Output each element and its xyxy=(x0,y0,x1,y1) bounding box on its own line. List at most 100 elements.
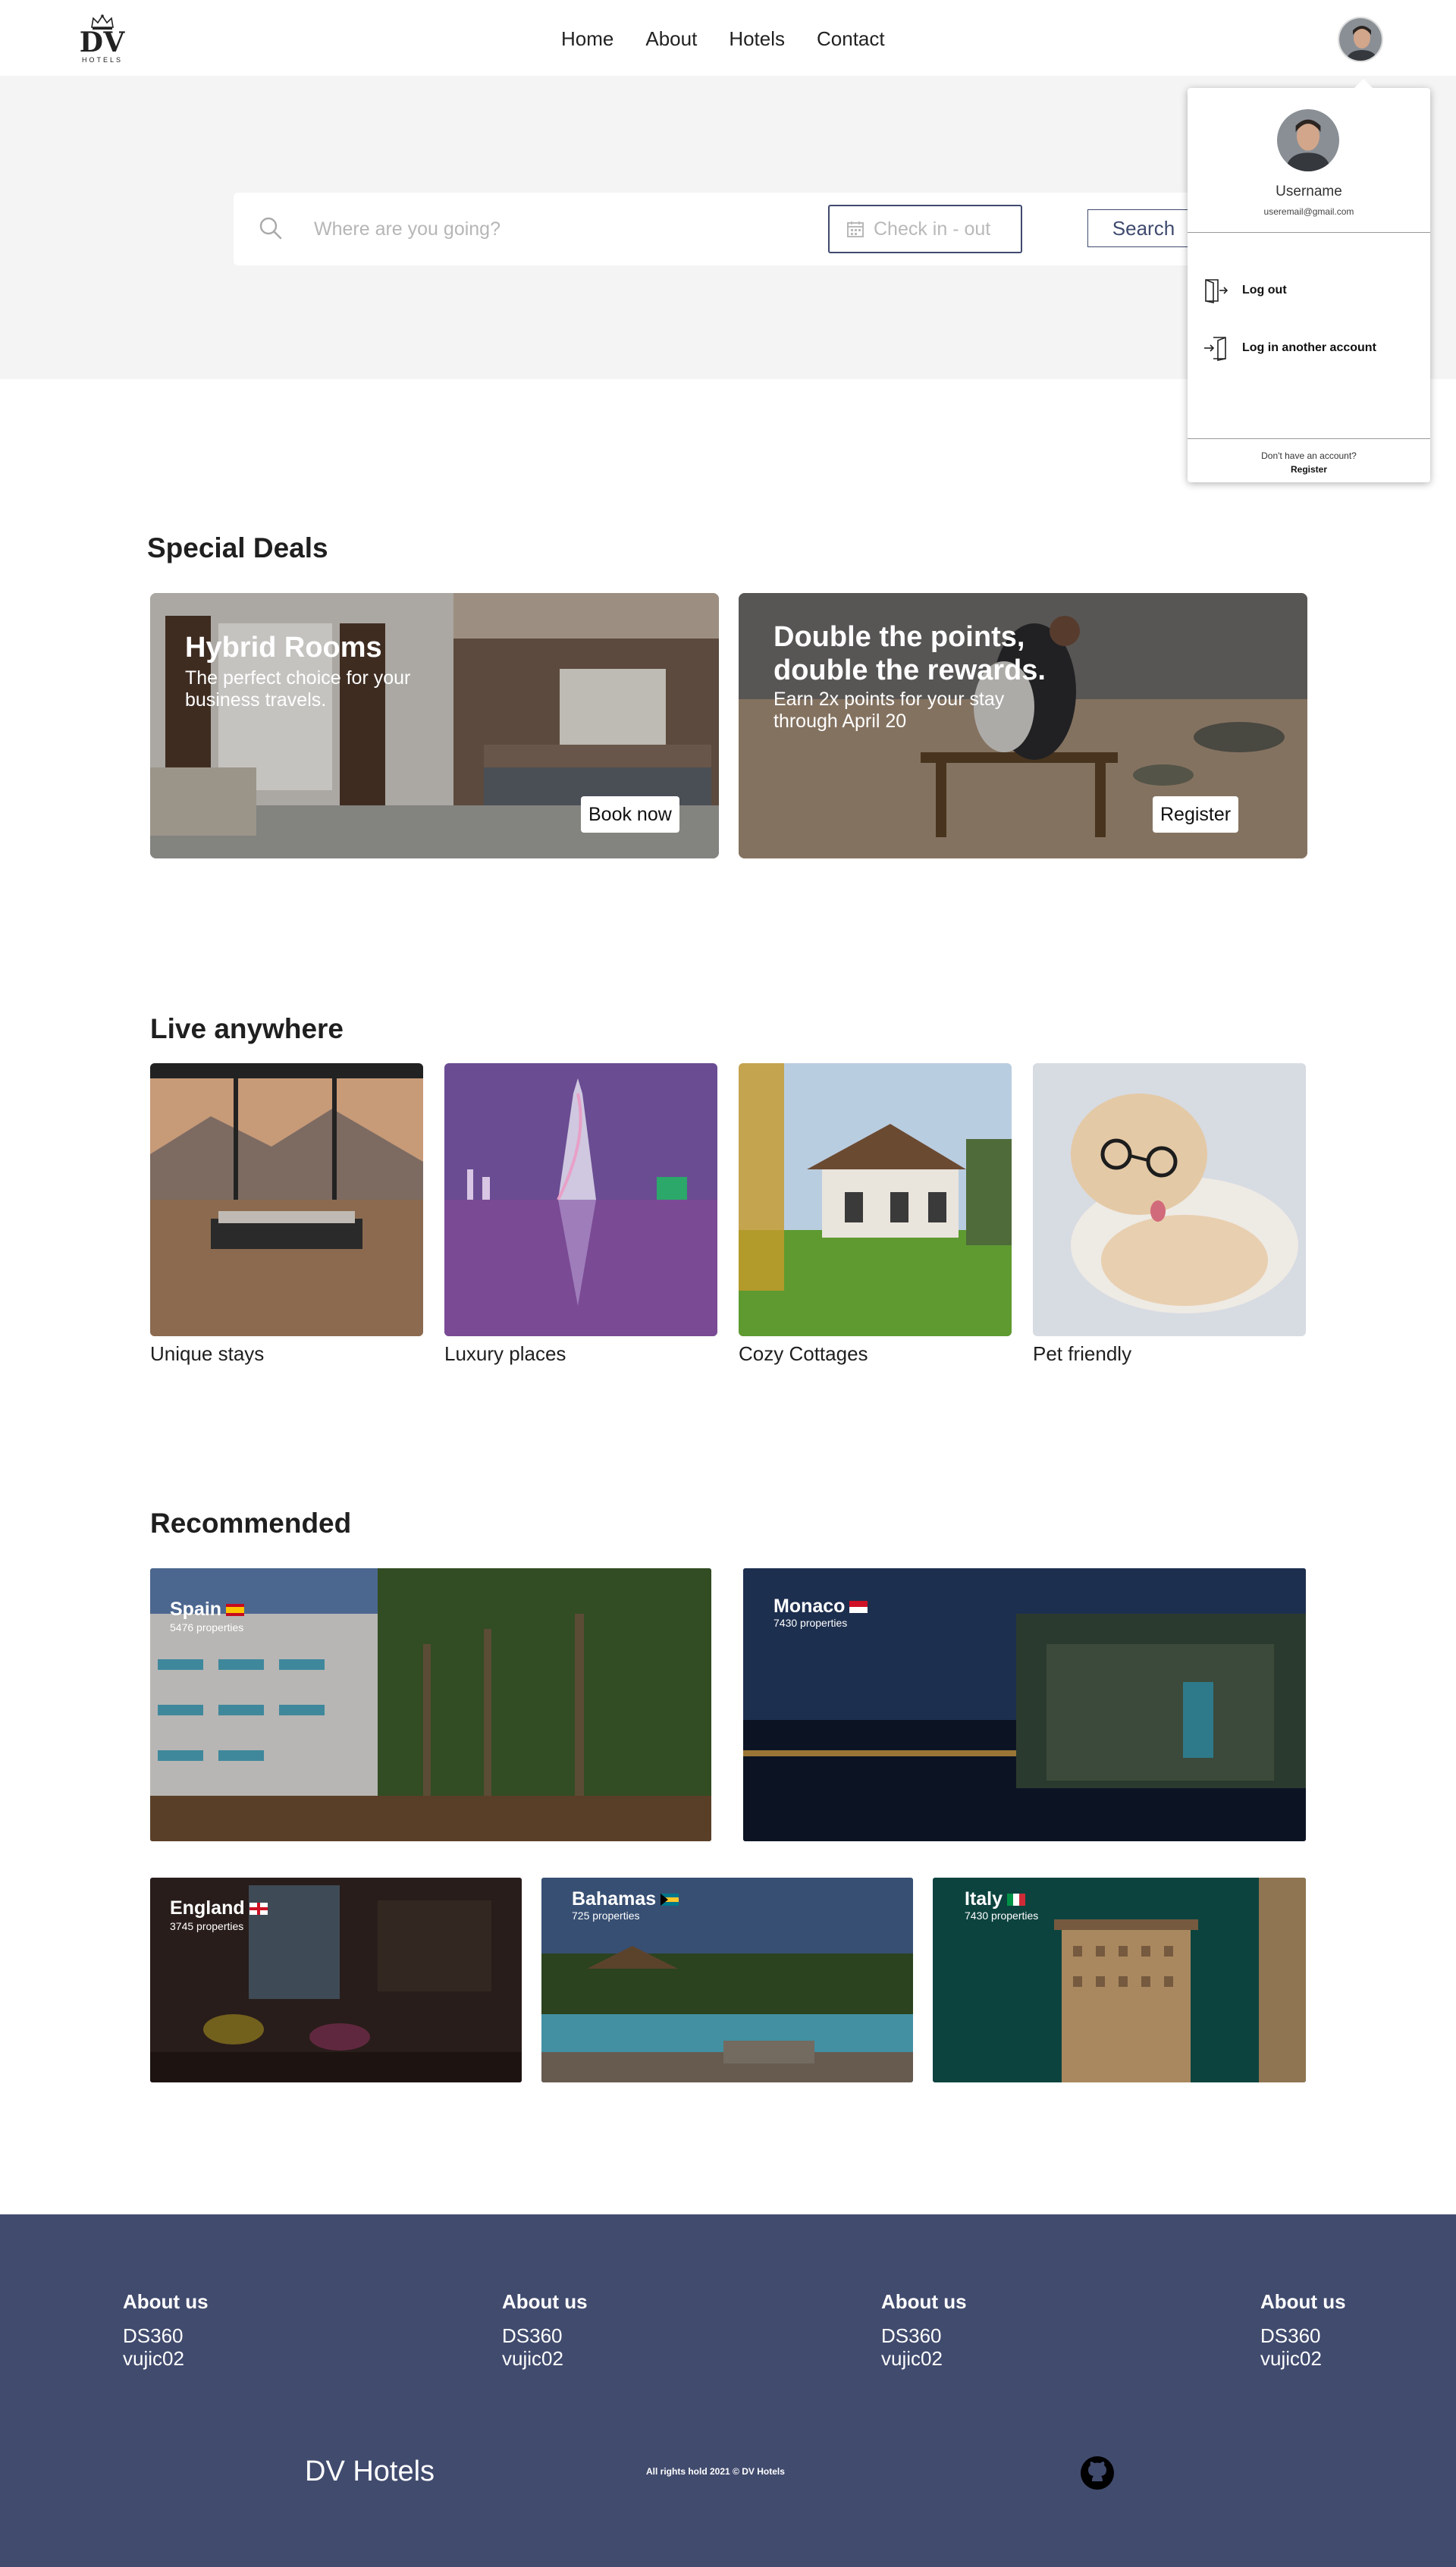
footer-link[interactable]: DS360 xyxy=(502,2324,588,2347)
spain-flag-icon xyxy=(226,1603,245,1616)
footer-column: About us DS360 vujic02 xyxy=(1260,2290,1346,2370)
place-name-text: Monaco xyxy=(774,1596,846,1617)
footer-link[interactable]: vujic02 xyxy=(1260,2347,1346,2370)
unique-stays-card[interactable] xyxy=(150,1063,423,1336)
pet-friendly-image xyxy=(1033,1063,1306,1336)
no-account-text: Don't have an account? xyxy=(1261,450,1357,461)
pet-friendly-card[interactable] xyxy=(1033,1063,1306,1336)
cozy-cottages-image xyxy=(739,1063,1012,1336)
place-name: Italy xyxy=(965,1888,1026,1910)
place-name: Monaco xyxy=(774,1596,868,1618)
login-another-label: Log in another account xyxy=(1242,341,1376,354)
deal-card-hybrid-rooms[interactable]: Hybrid Rooms The perfect choice for your… xyxy=(150,593,719,858)
logout-icon xyxy=(1205,279,1228,303)
bahamas-flag-icon xyxy=(661,1893,679,1906)
place-properties: 725 properties xyxy=(572,1910,640,1922)
live-label-pet-friendly[interactable]: Pet friendly xyxy=(1033,1342,1131,1366)
place-name-text: Bahamas xyxy=(572,1888,657,1910)
recommended-card-monaco[interactable]: Monaco 7430 properties xyxy=(743,1568,1306,1841)
recommended-card-italy[interactable]: Italy 7430 properties xyxy=(933,1878,1306,2082)
deal-description: Earn 2x points for your stay through Apr… xyxy=(774,689,1005,732)
register-link[interactable]: Register xyxy=(1188,464,1430,475)
place-name-text: Spain xyxy=(170,1599,222,1620)
destination-input[interactable] xyxy=(314,214,769,244)
account-dropdown: Username useremail@gmail.com Log out Log… xyxy=(1188,79,1430,482)
live-label-unique-stays[interactable]: Unique stays xyxy=(150,1342,264,1366)
footer-column-heading: About us xyxy=(502,2290,588,2313)
unique-stays-image xyxy=(150,1063,423,1336)
footer-link[interactable]: DS360 xyxy=(123,2324,209,2347)
place-properties: 3745 properties xyxy=(170,1920,244,1932)
footer-column: About us DS360 vujic02 xyxy=(881,2290,967,2370)
checkin-checkout-field[interactable]: Check in - out xyxy=(828,205,1022,253)
search-icon xyxy=(259,217,282,240)
top-navbar: DV HOTELS Home About Hotels Contact xyxy=(0,0,1456,76)
dropdown-divider xyxy=(1188,438,1430,439)
book-now-button[interactable]: Book now xyxy=(581,796,679,833)
search-bar: Check in - out Search xyxy=(234,193,1280,265)
place-properties: 7430 properties xyxy=(774,1617,848,1629)
place-properties: 7430 properties xyxy=(965,1910,1039,1922)
calendar-icon xyxy=(847,221,864,237)
place-name-text: England xyxy=(170,1897,245,1919)
avatar-photo xyxy=(1339,18,1382,61)
footer: About us DS360 vujic02 About us DS360 vu… xyxy=(0,2214,1456,2567)
dropdown-username: Username xyxy=(1276,184,1342,199)
live-label-cozy-cottages[interactable]: Cozy Cottages xyxy=(739,1342,868,1366)
footer-link[interactable]: DS360 xyxy=(881,2324,967,2347)
recommended-card-spain[interactable]: Spain 5476 properties xyxy=(150,1568,711,1841)
nav-about[interactable]: About xyxy=(645,27,697,51)
place-name-text: Italy xyxy=(965,1888,1003,1910)
register-button[interactable]: Register xyxy=(1153,796,1239,833)
place-name: England xyxy=(170,1897,268,1919)
user-avatar[interactable] xyxy=(1338,17,1383,62)
footer-link[interactable]: vujic02 xyxy=(123,2347,209,2370)
dropdown-divider xyxy=(1188,232,1430,233)
place-name: Spain xyxy=(170,1599,245,1621)
logo-text: DV xyxy=(79,27,126,58)
nav-hotels[interactable]: Hotels xyxy=(729,27,785,51)
place-properties: 5476 properties xyxy=(170,1621,244,1633)
monaco-flag-icon xyxy=(849,1600,868,1613)
footer-link[interactable]: DS360 xyxy=(1260,2324,1346,2347)
deal-card-double-points[interactable]: Double the points, double the rewards. E… xyxy=(739,593,1307,858)
nav-home[interactable]: Home xyxy=(561,27,613,51)
england-flag-icon xyxy=(249,1902,268,1915)
recommended-card-england[interactable]: England 3745 properties xyxy=(150,1878,522,2082)
avatar-photo xyxy=(1277,109,1339,171)
special-deals-heading: Special Deals xyxy=(147,532,328,563)
italy-flag-icon xyxy=(1007,1893,1026,1906)
main-menu: Home About Hotels Contact xyxy=(561,27,885,51)
footer-column: About us DS360 vujic02 xyxy=(123,2290,209,2370)
dropdown-arrow xyxy=(1354,79,1373,88)
cozy-cottages-card[interactable] xyxy=(739,1063,1012,1336)
dropdown-email: useremail@gmail.com xyxy=(1263,206,1354,217)
dv-hotels-logo[interactable]: DV HOTELS xyxy=(73,14,132,70)
login-icon xyxy=(1204,337,1226,361)
search-button[interactable]: Search xyxy=(1087,209,1200,247)
footer-column-heading: About us xyxy=(881,2290,967,2313)
dropdown-avatar xyxy=(1277,109,1339,171)
recommended-card-bahamas[interactable]: Bahamas 725 properties xyxy=(541,1878,913,2082)
deal-title: Hybrid Rooms xyxy=(185,632,382,664)
live-anywhere-heading: Live anywhere xyxy=(150,1013,344,1044)
checkin-placeholder: Check in - out xyxy=(874,218,991,240)
nav-contact[interactable]: Contact xyxy=(817,27,885,51)
live-label-luxury-places[interactable]: Luxury places xyxy=(444,1342,566,1366)
place-name: Bahamas xyxy=(572,1888,679,1910)
deal-title: Double the points, double the rewards. xyxy=(774,621,1046,686)
deal-description: The perfect choice for your business tra… xyxy=(185,667,411,711)
login-another-item[interactable]: Log in another account xyxy=(1203,335,1376,361)
footer-column-heading: About us xyxy=(123,2290,209,2313)
footer-link[interactable]: vujic02 xyxy=(881,2347,967,2370)
luxury-places-image xyxy=(444,1063,717,1336)
recommended-heading: Recommended xyxy=(150,1508,352,1539)
footer-column: About us DS360 vujic02 xyxy=(502,2290,588,2370)
luxury-places-card[interactable] xyxy=(444,1063,717,1336)
logout-item[interactable]: Log out xyxy=(1203,278,1287,303)
footer-link[interactable]: vujic02 xyxy=(502,2347,588,2370)
footer-brand: DV Hotels xyxy=(305,2456,435,2487)
footer-rights: All rights hold 2021 © DV Hotels xyxy=(646,2466,785,2477)
github-icon[interactable] xyxy=(1080,2456,1115,2490)
footer-column-heading: About us xyxy=(1260,2290,1346,2313)
